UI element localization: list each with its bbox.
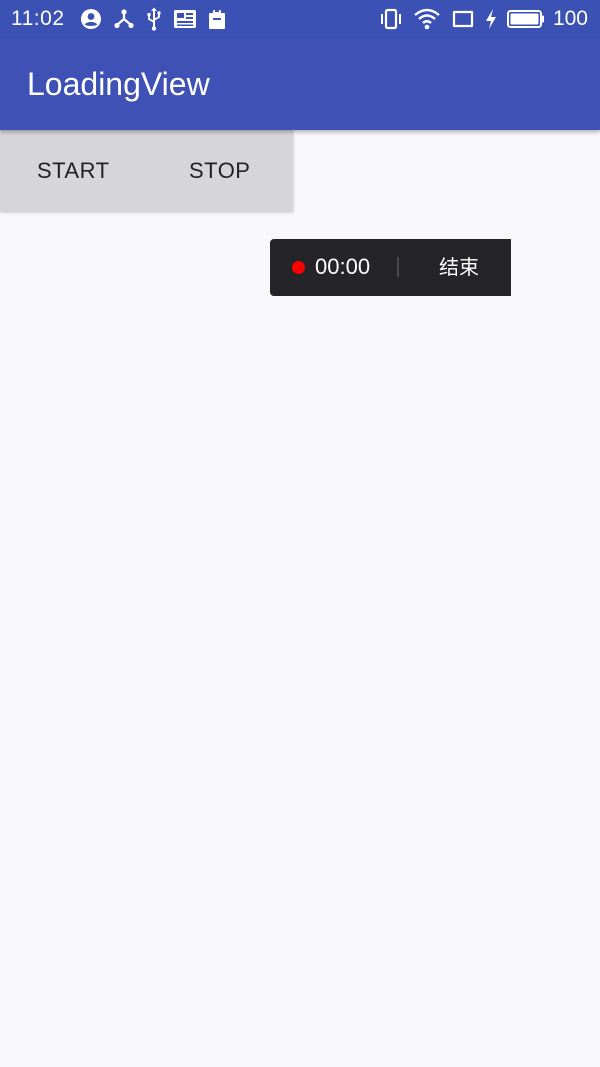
stop-button[interactable]: STOP [147,130,294,211]
battery-icon [506,10,544,28]
app-bar: LoadingView [0,38,600,130]
record-divider [397,257,399,277]
status-left-icons [80,7,226,31]
vibrate-icon [380,8,401,30]
start-button[interactable]: START [0,130,147,211]
screen-record-bar[interactable]: 00:00 结束 [270,239,511,296]
record-elapsed-time: 00:00 [315,254,371,279]
status-bar: 11:02 100 [0,0,600,38]
clipboard-icon [209,9,225,29]
news-icon [174,10,196,28]
wifi-icon [414,8,440,30]
record-indicator-icon [292,261,305,274]
share-network-icon [114,9,134,29]
tablet-icon [452,10,474,28]
charging-bolt-icon [485,9,496,29]
account-circle-icon [81,9,101,29]
end-record-button[interactable]: 结束 [439,254,479,280]
usb-icon [147,7,161,31]
status-right-icons: 100 [379,7,588,31]
control-buttons: START STOP [0,130,293,211]
battery-percentage: 100 [552,7,588,30]
status-time: 11:02 [11,7,65,30]
app-title: LoadingView [27,66,210,102]
